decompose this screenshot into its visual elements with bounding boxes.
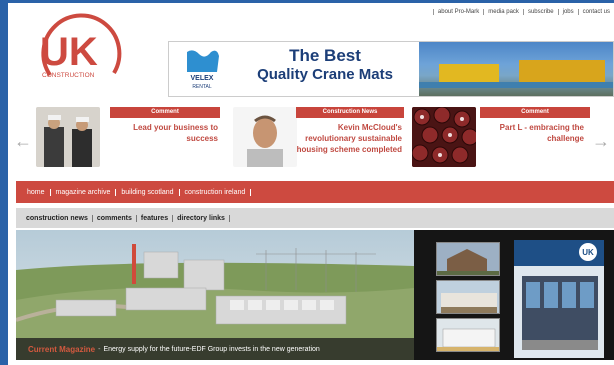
carousel-headline-1[interactable]: Lead your business to success <box>108 123 218 145</box>
carousel-next-arrow-icon[interactable]: → <box>592 132 610 150</box>
nav-magazine-archive[interactable]: magazine archive <box>51 188 117 196</box>
carousel-image-kevin-mccloud[interactable] <box>233 107 297 167</box>
carousel-image-pattern[interactable] <box>412 107 476 167</box>
featured-hero-image[interactable]: Current Magazine - Energy supply for the… <box>16 230 414 360</box>
carousel-headline-2[interactable]: Kevin McCloud's revolutionary sustainabl… <box>294 123 402 155</box>
web-page: UK CONSTRUCTION about Pro-Mark media pac… <box>8 3 614 365</box>
crane-mats-banner-ad[interactable]: VELEX RENTAL The Best Quality Crane Mats <box>168 41 614 97</box>
gallery-thumb-house[interactable] <box>436 242 500 276</box>
velex-logo: VELEX RENTAL <box>177 46 227 94</box>
top-link-contact[interactable]: contact us <box>577 9 614 15</box>
top-link-about[interactable]: about Pro-Mark <box>432 9 483 15</box>
banner-headline-line2: Quality Crane Mats <box>257 65 393 83</box>
banner-headline-line1: The Best <box>289 46 361 65</box>
svg-text:UK: UK <box>40 30 98 74</box>
caption-separator: - <box>98 345 101 353</box>
side-gallery: UK <box>414 230 614 360</box>
current-magazine-label: Current Magazine <box>28 344 96 354</box>
gallery-thumb-office[interactable] <box>436 318 500 352</box>
nav-home[interactable]: home <box>22 188 51 196</box>
carousel-tag-1: Comment <box>110 107 220 118</box>
primary-nav: home magazine archive building scotland … <box>16 181 614 203</box>
top-link-subscribe[interactable]: subscribe <box>522 9 558 15</box>
carousel-tag-2: Construction News <box>296 107 404 118</box>
nav-building-scotland[interactable]: building scotland <box>116 188 180 196</box>
carousel-image-workers[interactable] <box>36 107 100 167</box>
svg-text:VELEX: VELEX <box>191 75 214 82</box>
svg-text:CONSTRUCTION: CONSTRUCTION <box>42 72 95 79</box>
carousel-tag-3: Comment <box>480 107 590 118</box>
magazine-cover[interactable]: UK <box>514 240 604 358</box>
top-links: about Pro-Mark media pack subscribe jobs… <box>432 9 614 15</box>
nav-construction-ireland[interactable]: construction ireland <box>180 188 252 196</box>
svg-text:UK: UK <box>582 248 594 257</box>
carousel-headline-3[interactable]: Part L - embracing the challenge <box>478 123 584 145</box>
carousel-prev-arrow-icon[interactable]: ← <box>14 132 32 150</box>
crane-mats-photo <box>419 42 613 96</box>
nav-directory-links[interactable]: directory links <box>173 214 230 222</box>
top-link-jobs[interactable]: jobs <box>557 9 578 15</box>
nav-features[interactable]: features <box>137 214 174 222</box>
featured-story-title: Energy supply for the future-EDF Group i… <box>103 345 320 353</box>
gallery-thumb-deck[interactable] <box>436 280 500 314</box>
secondary-nav: construction news comments features dire… <box>16 208 614 228</box>
nav-comments[interactable]: comments <box>93 214 137 222</box>
nav-construction-news[interactable]: construction news <box>22 214 93 222</box>
banner-headline: The Best Quality Crane Mats <box>233 46 417 83</box>
featured-caption[interactable]: Current Magazine - Energy supply for the… <box>16 338 414 360</box>
uk-construction-logo[interactable]: UK CONSTRUCTION <box>36 13 126 95</box>
svg-text:RENTAL: RENTAL <box>192 84 212 90</box>
top-link-media-pack[interactable]: media pack <box>483 9 523 15</box>
